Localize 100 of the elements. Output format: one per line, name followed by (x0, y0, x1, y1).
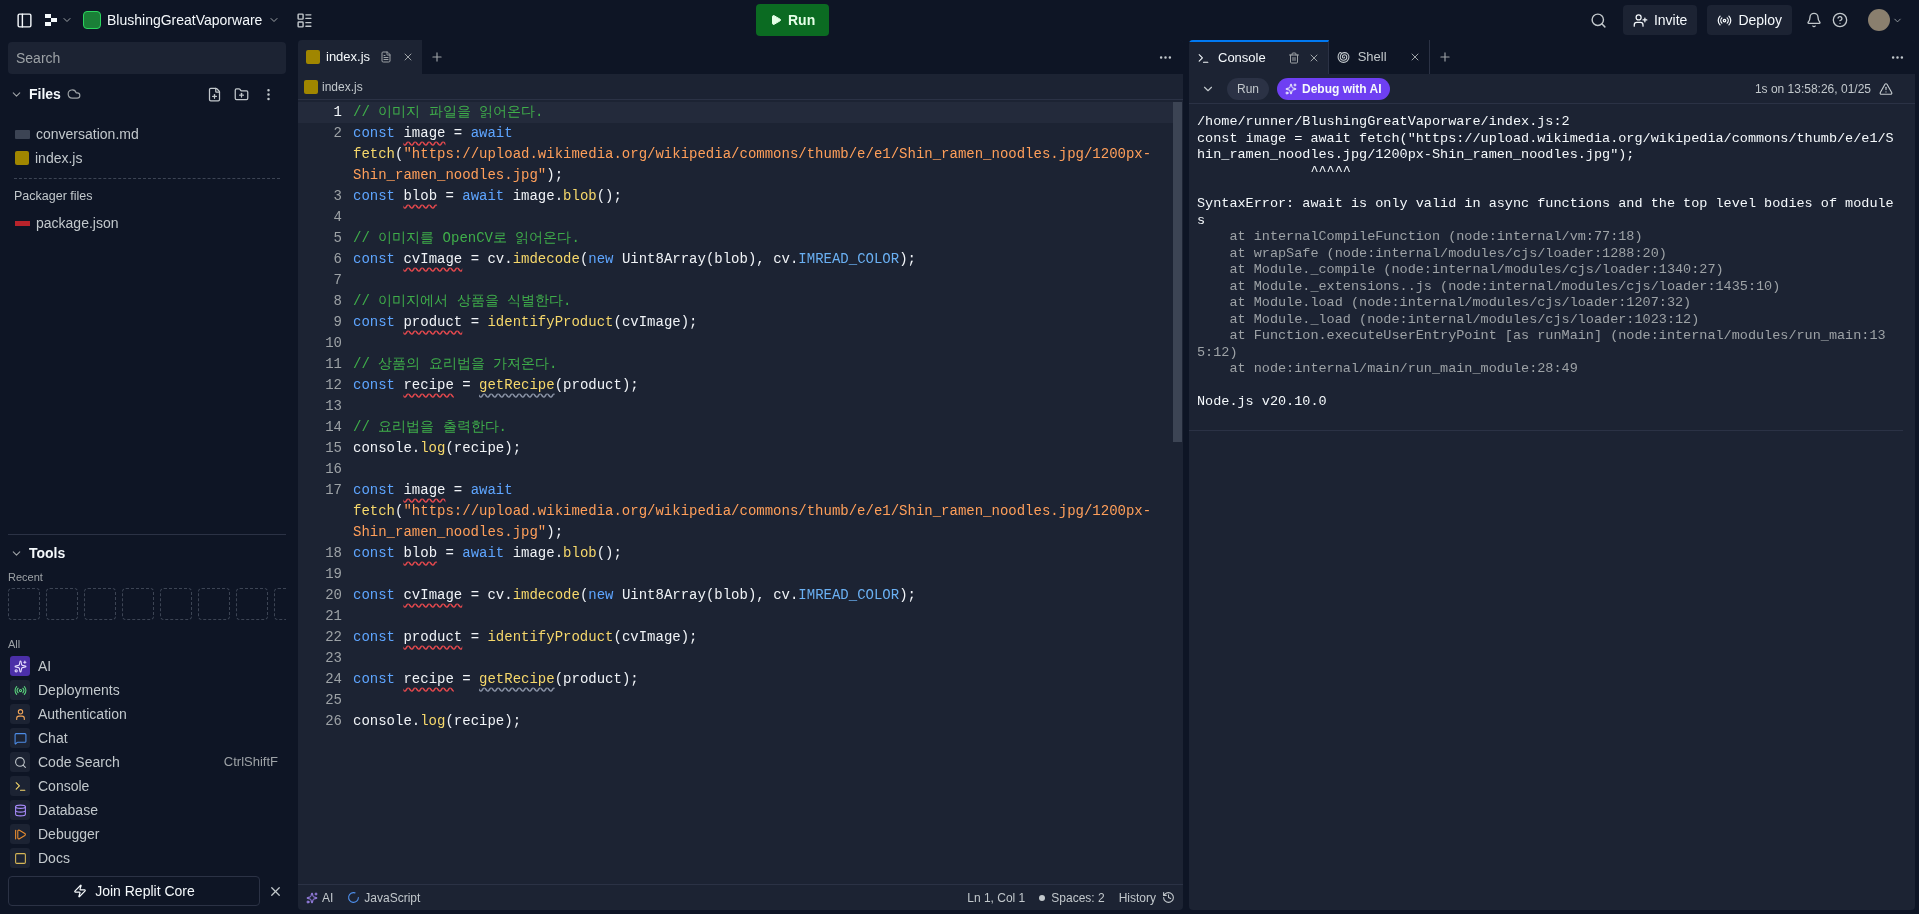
npm-file-icon (15, 221, 30, 227)
tool-item[interactable]: Debugger (8, 822, 286, 846)
tool-item[interactable]: Code Search CtrlShiftF (8, 750, 286, 774)
console-tab[interactable]: Console (1189, 40, 1329, 74)
user-plus-icon (1632, 12, 1648, 28)
editor-tab[interactable]: index.js (298, 40, 423, 74)
run-button[interactable]: Run (756, 4, 830, 36)
console-output-line: at internalCompileFunction (node:internal/vm:77:18) (1228, 229, 1644, 246)
tool-item[interactable]: Authentication (8, 702, 286, 726)
console-output-line: at Module._load (node:internal/modules/cjs/loader:1023:12) (1228, 311, 1701, 328)
empty-slot (122, 587, 154, 620)
line-number: 1 (332, 103, 342, 122)
code-line: // 요리법을 출력한다. (353, 418, 508, 437)
debug-with-ai-button[interactable]: Debug with AI (1277, 77, 1390, 100)
code-line: // 이미지에서 상품을 식별한다. (353, 292, 573, 311)
line-number: 21 (324, 607, 342, 626)
tool-item[interactable]: AI (8, 654, 286, 678)
empty-slot (198, 587, 230, 620)
new-file-icon[interactable] (207, 86, 222, 102)
code-line: const product = identifyProduct(cvImage); (353, 313, 699, 332)
line-number: 3 (332, 187, 342, 206)
ai-icon (10, 656, 30, 676)
language-status[interactable]: JavaScript (347, 888, 421, 907)
code-line: const cvImage = cv.imdecode(new Uint8Array(blob), cv.IMREAD_COLOR); (353, 250, 917, 269)
new-folder-icon[interactable] (234, 86, 249, 102)
document-icon[interactable] (380, 51, 393, 63)
console-output-line: at wrapSafe (node:internal/modules/cjs/loader:1288:20) (1228, 245, 1668, 262)
tool-item[interactable]: Docs (8, 846, 286, 870)
search-field[interactable]: Search (8, 42, 286, 74)
tool-item[interactable]: Deployments (8, 678, 286, 702)
avatar[interactable] (1868, 9, 1890, 31)
project-name-button[interactable]: BlushingGreatVaporware (83, 9, 281, 31)
cursor-position[interactable]: Ln 1, Col 1 (967, 888, 1026, 907)
new-tab-icon[interactable] (430, 50, 445, 64)
console-output-line: ^^^^^ (1309, 163, 1352, 180)
line-number: 25 (324, 691, 342, 710)
ai-icon (306, 891, 318, 904)
chat-icon (10, 728, 30, 748)
sidebar-toggle-icon[interactable] (16, 11, 33, 29)
ai-icon (1285, 82, 1297, 95)
console-output-line: at Module._compile (node:internal/modules/cjs/loader:1340:27) (1228, 262, 1725, 279)
deployments-icon (10, 680, 30, 700)
indent-setting[interactable]: Spaces: 2 (1039, 888, 1105, 907)
line-number: 10 (324, 334, 342, 353)
help-icon[interactable] (1832, 12, 1848, 28)
console-output-line: Node.js v20.10.0 (1197, 393, 1328, 410)
list-panel-icon[interactable] (296, 11, 314, 29)
line-number: 12 (324, 376, 342, 395)
line-number: 9 (332, 313, 342, 332)
file-item[interactable]: conversation.md (8, 122, 286, 146)
line-number: 22 (324, 628, 342, 647)
console-output-line: SyntaxError: await is only valid in async functions and the top level bodies of modules (1197, 196, 1895, 229)
code-line: const recipe = getRecipe(product); (353, 376, 640, 395)
user-icon (10, 704, 30, 724)
terminal-icon (10, 776, 30, 796)
loading-icon (347, 891, 361, 904)
all-label: All (8, 636, 22, 652)
trash-icon[interactable] (1287, 52, 1300, 64)
scrollbar[interactable] (1173, 102, 1182, 442)
line-number: 6 (332, 250, 342, 269)
join-replit-core-button[interactable]: Join Replit Core (8, 876, 260, 906)
console-output-line: /home/runner/BlushingGreatVaporware/index.js:2 (1197, 114, 1571, 131)
line-number: 5 (332, 229, 342, 248)
logo-icon[interactable] (43, 12, 59, 28)
line-number: 17 (324, 481, 342, 500)
line-number: 14 (324, 418, 342, 437)
play-icon (770, 14, 782, 26)
breadcrumb[interactable]: index.js (322, 77, 363, 96)
notifications-icon[interactable] (1806, 12, 1822, 28)
console-output-line: const image = await fetch("https://upload.wikimedia.org/wikipedia/commons/thumb/e/e1/Shin_ramen_noodles.jpg/1200px-Shin_ramen_noodles.jpg"); (1197, 130, 1895, 164)
console-output-line: at Function.executeUserEntryPoint [as runMain] (node:internal/modules/run_main:135:12) (1197, 328, 1887, 361)
file-item[interactable]: index.js (8, 146, 286, 170)
search-icon[interactable] (1589, 11, 1607, 29)
line-number: 24 (324, 670, 342, 689)
packager-files-header: Packager files (13, 188, 94, 205)
line-number: 13 (324, 397, 342, 416)
code-line: console.log(recipe); (353, 439, 523, 458)
tool-item[interactable]: Chat (8, 726, 286, 750)
run-info: 1s on 13:58:26, 01/25 (1754, 80, 1871, 98)
tool-item[interactable]: Console (8, 774, 286, 798)
empty-slot (8, 587, 40, 620)
js-file-icon (15, 151, 29, 165)
project-icon (83, 11, 101, 29)
history-button[interactable]: History (1118, 888, 1175, 907)
console-tab[interactable]: Shell (1328, 40, 1430, 74)
run-button[interactable]: Run (1227, 77, 1269, 100)
warning-icon[interactable] (1879, 81, 1893, 96)
code-line: const product = identifyProduct(cvImage); (353, 628, 699, 647)
deploy-button[interactable]: Deploy (1707, 5, 1792, 35)
line-number: 15 (324, 439, 342, 458)
line-number: 4 (332, 208, 342, 227)
new-tab-icon[interactable] (1437, 50, 1452, 64)
file-item[interactable]: package.json (8, 211, 286, 236)
line-number: 11 (324, 355, 342, 374)
ai-status[interactable]: AI (306, 888, 334, 907)
code-line: // 상품의 요리법을 가져온다. (353, 355, 559, 374)
invite-button[interactable]: Invite (1622, 5, 1698, 35)
tools-header: Tools (29, 543, 66, 563)
cloud-icon (66, 87, 81, 101)
tool-item[interactable]: Database (8, 798, 286, 822)
